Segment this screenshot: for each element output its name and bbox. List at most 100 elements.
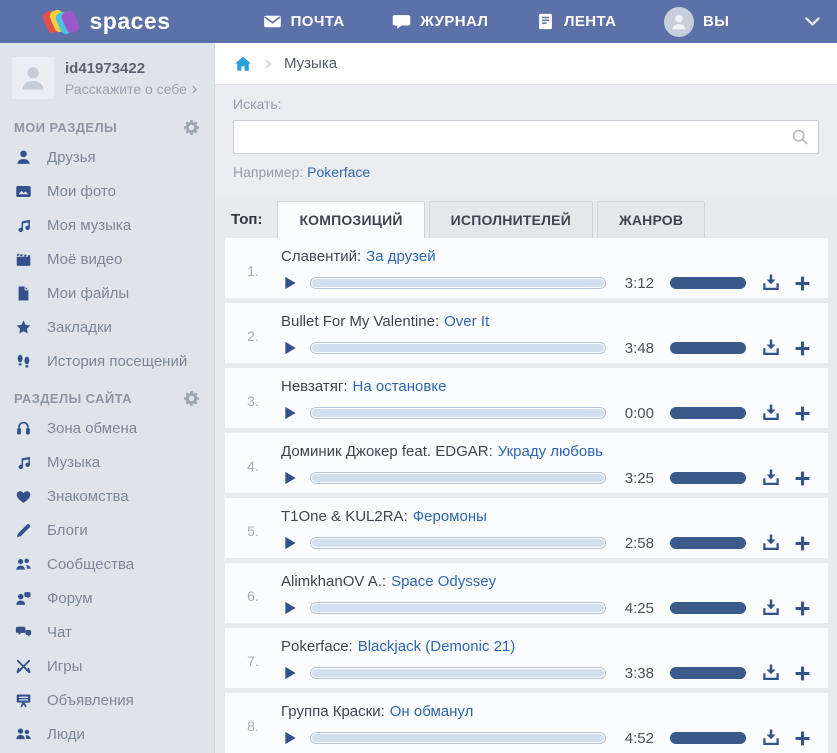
tab-genres[interactable]: ЖАНРОВ bbox=[597, 201, 705, 238]
play-button[interactable] bbox=[283, 665, 298, 681]
sidebar-item-games[interactable]: Игры bbox=[0, 649, 214, 683]
add-button[interactable] bbox=[793, 599, 812, 618]
track-title-link[interactable]: За друзей bbox=[366, 248, 435, 265]
add-button[interactable] bbox=[793, 469, 812, 488]
track-duration: 3:38 bbox=[610, 665, 654, 682]
download-button[interactable] bbox=[761, 728, 781, 748]
play-button[interactable] bbox=[283, 470, 298, 486]
account-menu-chevron-icon[interactable] bbox=[804, 13, 821, 30]
track-number: 8. bbox=[225, 693, 281, 753]
sidebar-item-blogs[interactable]: Блоги bbox=[0, 513, 214, 547]
about-link[interactable]: Расскажите о себе bbox=[65, 81, 199, 97]
sidebar-item-forum[interactable]: Форум bbox=[0, 581, 214, 615]
progress-bar[interactable] bbox=[310, 602, 606, 614]
sidebar-item-visit-history[interactable]: История посещений bbox=[0, 344, 214, 378]
search-input[interactable] bbox=[233, 120, 819, 154]
sidebar-item-people[interactable]: Люди bbox=[0, 717, 214, 751]
bookmarks-icon bbox=[14, 318, 32, 336]
sidebar-item-label: Зона обмена bbox=[47, 420, 137, 437]
track-title-link[interactable]: Феромоны bbox=[413, 508, 487, 525]
volume-bar[interactable] bbox=[670, 537, 746, 549]
add-button[interactable] bbox=[793, 664, 812, 683]
track-title-link[interactable]: Space Odyssey bbox=[391, 573, 496, 590]
play-button[interactable] bbox=[283, 405, 298, 421]
progress-bar[interactable] bbox=[310, 537, 606, 549]
tab-artists[interactable]: ИСПОЛНИТЕЛЕЙ bbox=[429, 201, 593, 238]
sidebar-item-chat[interactable]: Чат bbox=[0, 615, 214, 649]
download-button[interactable] bbox=[761, 338, 781, 358]
track-row: 3. Невзатяг:На остановке 0:00 bbox=[225, 368, 828, 428]
sidebar-item-my-files[interactable]: Мои файлы bbox=[0, 276, 214, 310]
progress-bar[interactable] bbox=[310, 342, 606, 354]
volume-bar[interactable] bbox=[670, 667, 746, 679]
add-button[interactable] bbox=[793, 534, 812, 553]
track-title-link[interactable]: Украду любовь bbox=[498, 443, 603, 460]
track-title-link[interactable]: Blackjack (Demonic 21) bbox=[358, 638, 516, 655]
track-title-link[interactable]: На остановке bbox=[353, 378, 447, 395]
home-icon[interactable] bbox=[234, 55, 252, 73]
person-icon bbox=[18, 63, 48, 93]
play-button[interactable] bbox=[283, 275, 298, 291]
nav-journal[interactable]: ЖУРНАЛ bbox=[392, 12, 488, 31]
track-row: 6. AlimkhanOV A.:Space Odyssey 4:25 bbox=[225, 563, 828, 623]
sidebar-item-dating[interactable]: Знакомства bbox=[0, 479, 214, 513]
sidebar-item-my-video[interactable]: Моё видео bbox=[0, 242, 214, 276]
progress-fill bbox=[312, 604, 604, 612]
nav-mail[interactable]: ПОЧТА bbox=[263, 12, 345, 31]
volume-bar[interactable] bbox=[670, 407, 746, 419]
download-button[interactable] bbox=[761, 663, 781, 683]
track-title-link[interactable]: Он обманул bbox=[390, 703, 474, 720]
nav-you[interactable]: ВЫ bbox=[664, 7, 729, 37]
sidebar-item-music[interactable]: Музыка bbox=[0, 445, 214, 479]
progress-bar[interactable] bbox=[310, 667, 606, 679]
profile-card[interactable]: id41973422 Расскажите о себе bbox=[0, 43, 214, 107]
gear-icon[interactable] bbox=[183, 119, 200, 136]
add-button[interactable] bbox=[793, 274, 812, 293]
progress-bar[interactable] bbox=[310, 277, 606, 289]
download-button[interactable] bbox=[761, 403, 781, 423]
separator: : bbox=[349, 638, 353, 655]
download-button[interactable] bbox=[761, 273, 781, 293]
download-button[interactable] bbox=[761, 468, 781, 488]
user-id[interactable]: id41973422 bbox=[65, 60, 199, 77]
play-icon bbox=[283, 730, 298, 746]
volume-bar[interactable] bbox=[670, 277, 746, 289]
top-tabs-label: Топ: bbox=[231, 211, 262, 238]
example-link[interactable]: Pokerface bbox=[307, 164, 370, 180]
search-icon[interactable] bbox=[791, 128, 809, 146]
play-button[interactable] bbox=[283, 600, 298, 616]
sidebar-item-my-photos[interactable]: Мои фото bbox=[0, 174, 214, 208]
sidebar-item-bookmarks[interactable]: Закладки bbox=[0, 310, 214, 344]
sidebar-item-label: Мои фото bbox=[47, 183, 116, 200]
volume-bar[interactable] bbox=[670, 342, 746, 354]
sidebar-item-exchange-zone[interactable]: Зона обмена bbox=[0, 411, 214, 445]
progress-bar[interactable] bbox=[310, 732, 606, 744]
search-example: Например:Pokerface bbox=[233, 164, 819, 180]
play-button[interactable] bbox=[283, 340, 298, 356]
sidebar-item-ads[interactable]: Объявления bbox=[0, 683, 214, 717]
volume-bar[interactable] bbox=[670, 732, 746, 744]
download-button[interactable] bbox=[761, 598, 781, 618]
sidebar-item-my-music[interactable]: Моя музыка bbox=[0, 208, 214, 242]
volume-bar[interactable] bbox=[670, 602, 746, 614]
brand[interactable]: spaces bbox=[0, 8, 215, 35]
play-icon bbox=[283, 275, 298, 291]
track-title-link[interactable]: Over It bbox=[444, 313, 489, 330]
add-button[interactable] bbox=[793, 339, 812, 358]
progress-bar[interactable] bbox=[310, 472, 606, 484]
volume-bar[interactable] bbox=[670, 472, 746, 484]
sidebar-item-friends[interactable]: Друзья bbox=[0, 140, 214, 174]
tab-compositions[interactable]: КОМПОЗИЦИЙ bbox=[277, 201, 424, 238]
sidebar-item-label: Форум bbox=[47, 590, 93, 607]
gear-icon[interactable] bbox=[183, 390, 200, 407]
download-button[interactable] bbox=[761, 533, 781, 553]
nav-feed[interactable]: ЛЕНТА bbox=[536, 12, 616, 31]
progress-bar[interactable] bbox=[310, 407, 606, 419]
track-duration: 3:12 bbox=[610, 275, 654, 292]
play-button[interactable] bbox=[283, 535, 298, 551]
nav-feed-label: ЛЕНТА bbox=[564, 13, 616, 30]
play-button[interactable] bbox=[283, 730, 298, 746]
sidebar-item-communities[interactable]: Сообщества bbox=[0, 547, 214, 581]
add-button[interactable] bbox=[793, 729, 812, 748]
add-button[interactable] bbox=[793, 404, 812, 423]
